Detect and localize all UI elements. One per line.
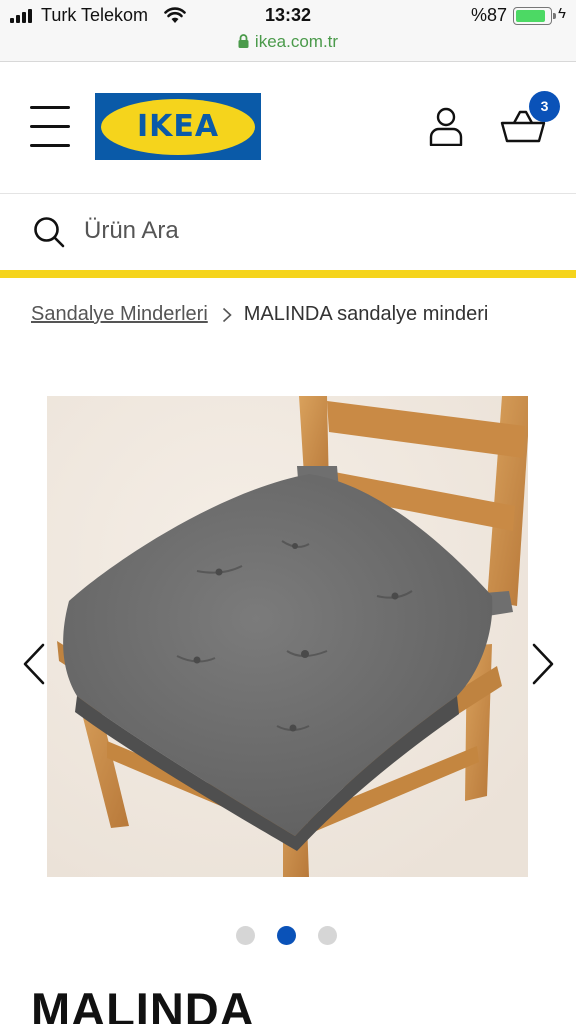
gallery-pagination xyxy=(236,926,337,945)
gallery-dot-1[interactable] xyxy=(236,926,255,945)
product-image[interactable] xyxy=(47,396,528,877)
search-bar[interactable] xyxy=(0,194,576,270)
gallery-dot-3[interactable] xyxy=(318,926,337,945)
status-bar: Turk Telekom 13:32 %87 ϟ ikea.com.tr xyxy=(0,0,576,62)
url-text: ikea.com.tr xyxy=(254,32,339,51)
battery-fill xyxy=(516,10,545,22)
logo-text: IKEA xyxy=(136,109,220,144)
user-account-icon[interactable] xyxy=(428,106,464,146)
breadcrumb-parent-link[interactable]: Sandalye Minderleri xyxy=(31,303,208,326)
breadcrumb-current: MALINDA sandalye minderi xyxy=(243,303,489,325)
product-title: MALINDA xyxy=(31,983,255,1024)
lock-icon xyxy=(238,34,249,48)
search-accent-bar xyxy=(0,270,576,278)
battery-icon xyxy=(513,7,556,25)
search-icon[interactable] xyxy=(33,216,65,248)
site-header: IKEA 3 xyxy=(0,62,576,194)
hamburger-menu-icon[interactable] xyxy=(30,106,70,148)
cart-count-badge[interactable]: 3 xyxy=(529,91,560,122)
breadcrumb: Sandalye Minderleri MALINDA sandalye min… xyxy=(31,303,488,326)
chevron-left-icon[interactable] xyxy=(21,643,47,685)
search-input[interactable] xyxy=(84,212,554,250)
charging-icon: ϟ xyxy=(558,5,566,22)
logo-oval: IKEA xyxy=(101,98,255,155)
battery-percentage: %87 xyxy=(471,5,508,25)
ikea-logo[interactable]: IKEA xyxy=(95,93,261,160)
chevron-right-icon[interactable] xyxy=(530,643,556,685)
gallery-dot-2[interactable] xyxy=(277,926,296,945)
address-bar[interactable]: ikea.com.tr xyxy=(0,32,576,52)
chevron-right-icon xyxy=(222,307,232,322)
